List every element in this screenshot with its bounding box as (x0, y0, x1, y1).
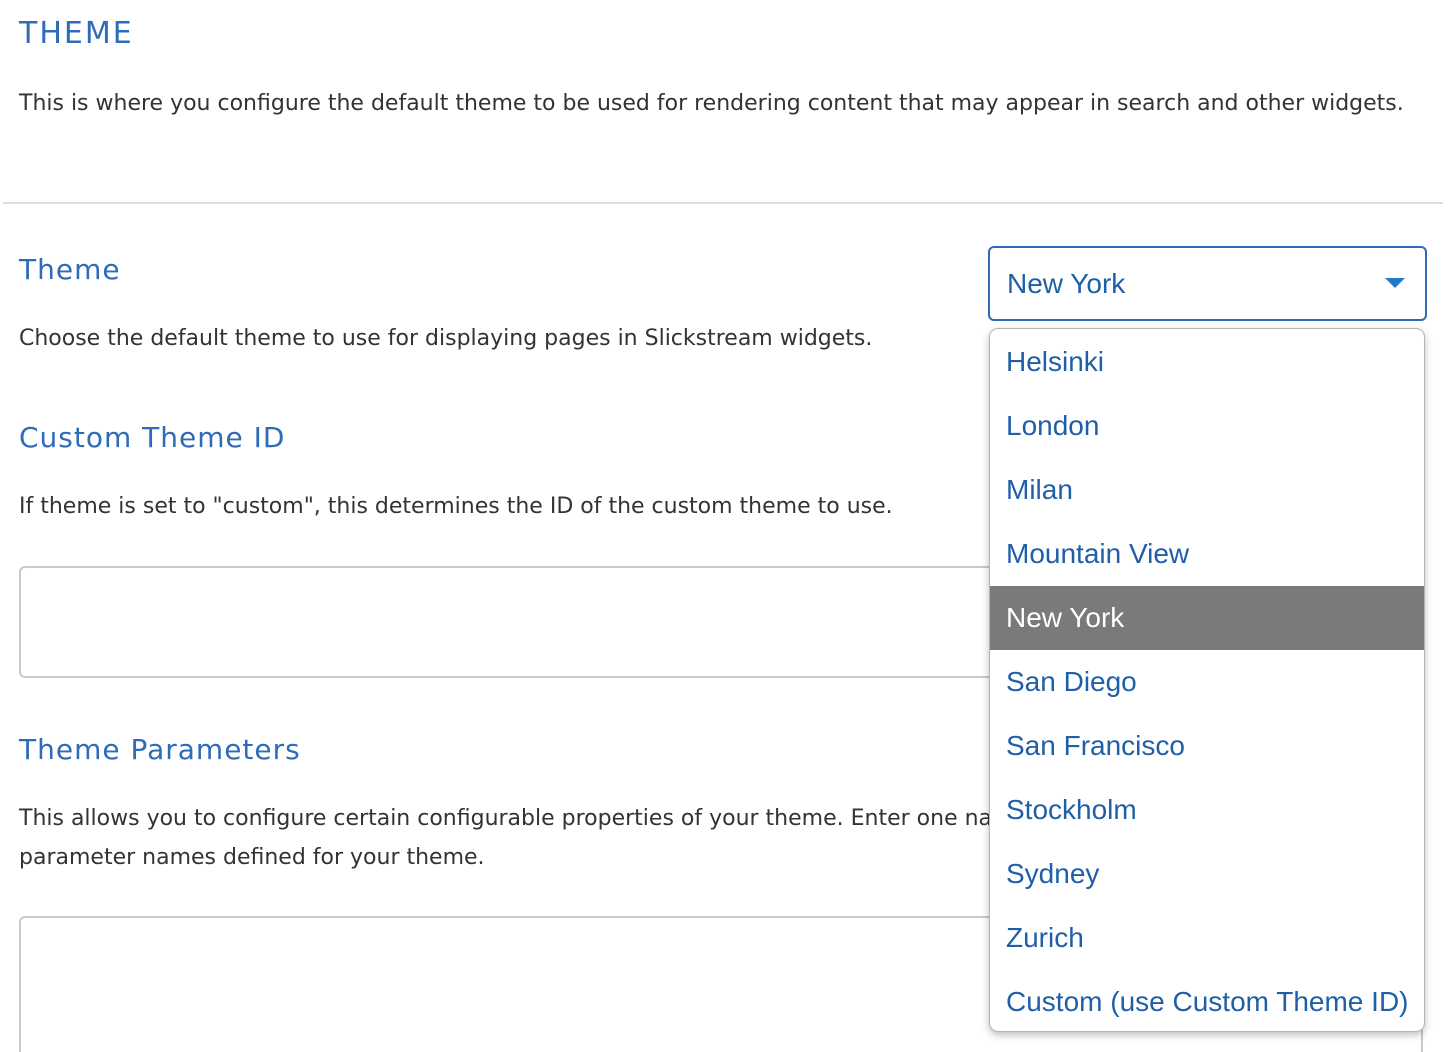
section-description: This is where you configure the default … (19, 91, 1404, 116)
theme-option-helsinki[interactable]: Helsinki (990, 330, 1424, 394)
theme-option-mountain-view[interactable]: Mountain View (990, 522, 1424, 586)
theme-option-custom[interactable]: Custom (use Custom Theme ID) (990, 970, 1424, 1031)
custom-theme-id-label: Custom Theme ID (19, 421, 286, 454)
theme-option-milan[interactable]: Milan (990, 458, 1424, 522)
theme-option-san-francisco[interactable]: San Francisco (990, 714, 1424, 778)
theme-option-london[interactable]: London (990, 394, 1424, 458)
theme-option-stockholm[interactable]: Stockholm (990, 778, 1424, 842)
section-divider (3, 202, 1443, 204)
theme-label: Theme (19, 253, 121, 286)
theme-description: Choose the default theme to use for disp… (19, 326, 873, 351)
theme-option-new-york[interactable]: New York (990, 586, 1424, 650)
theme-option-sydney[interactable]: Sydney (990, 842, 1424, 906)
caret-down-icon (1385, 278, 1405, 288)
section-title: THEME (19, 16, 134, 51)
theme-option-san-diego[interactable]: San Diego (990, 650, 1424, 714)
theme-option-zurich[interactable]: Zurich (990, 906, 1424, 970)
custom-theme-id-description: If theme is set to "custom", this determ… (19, 494, 893, 519)
theme-select[interactable]: New York (988, 246, 1427, 321)
theme-parameters-label: Theme Parameters (19, 733, 301, 766)
theme-select-value: New York (1007, 268, 1126, 299)
theme-settings-page: THEME This is where you configure the de… (0, 0, 1453, 1052)
theme-dropdown-list: Helsinki London Milan Mountain View New … (989, 328, 1425, 1032)
